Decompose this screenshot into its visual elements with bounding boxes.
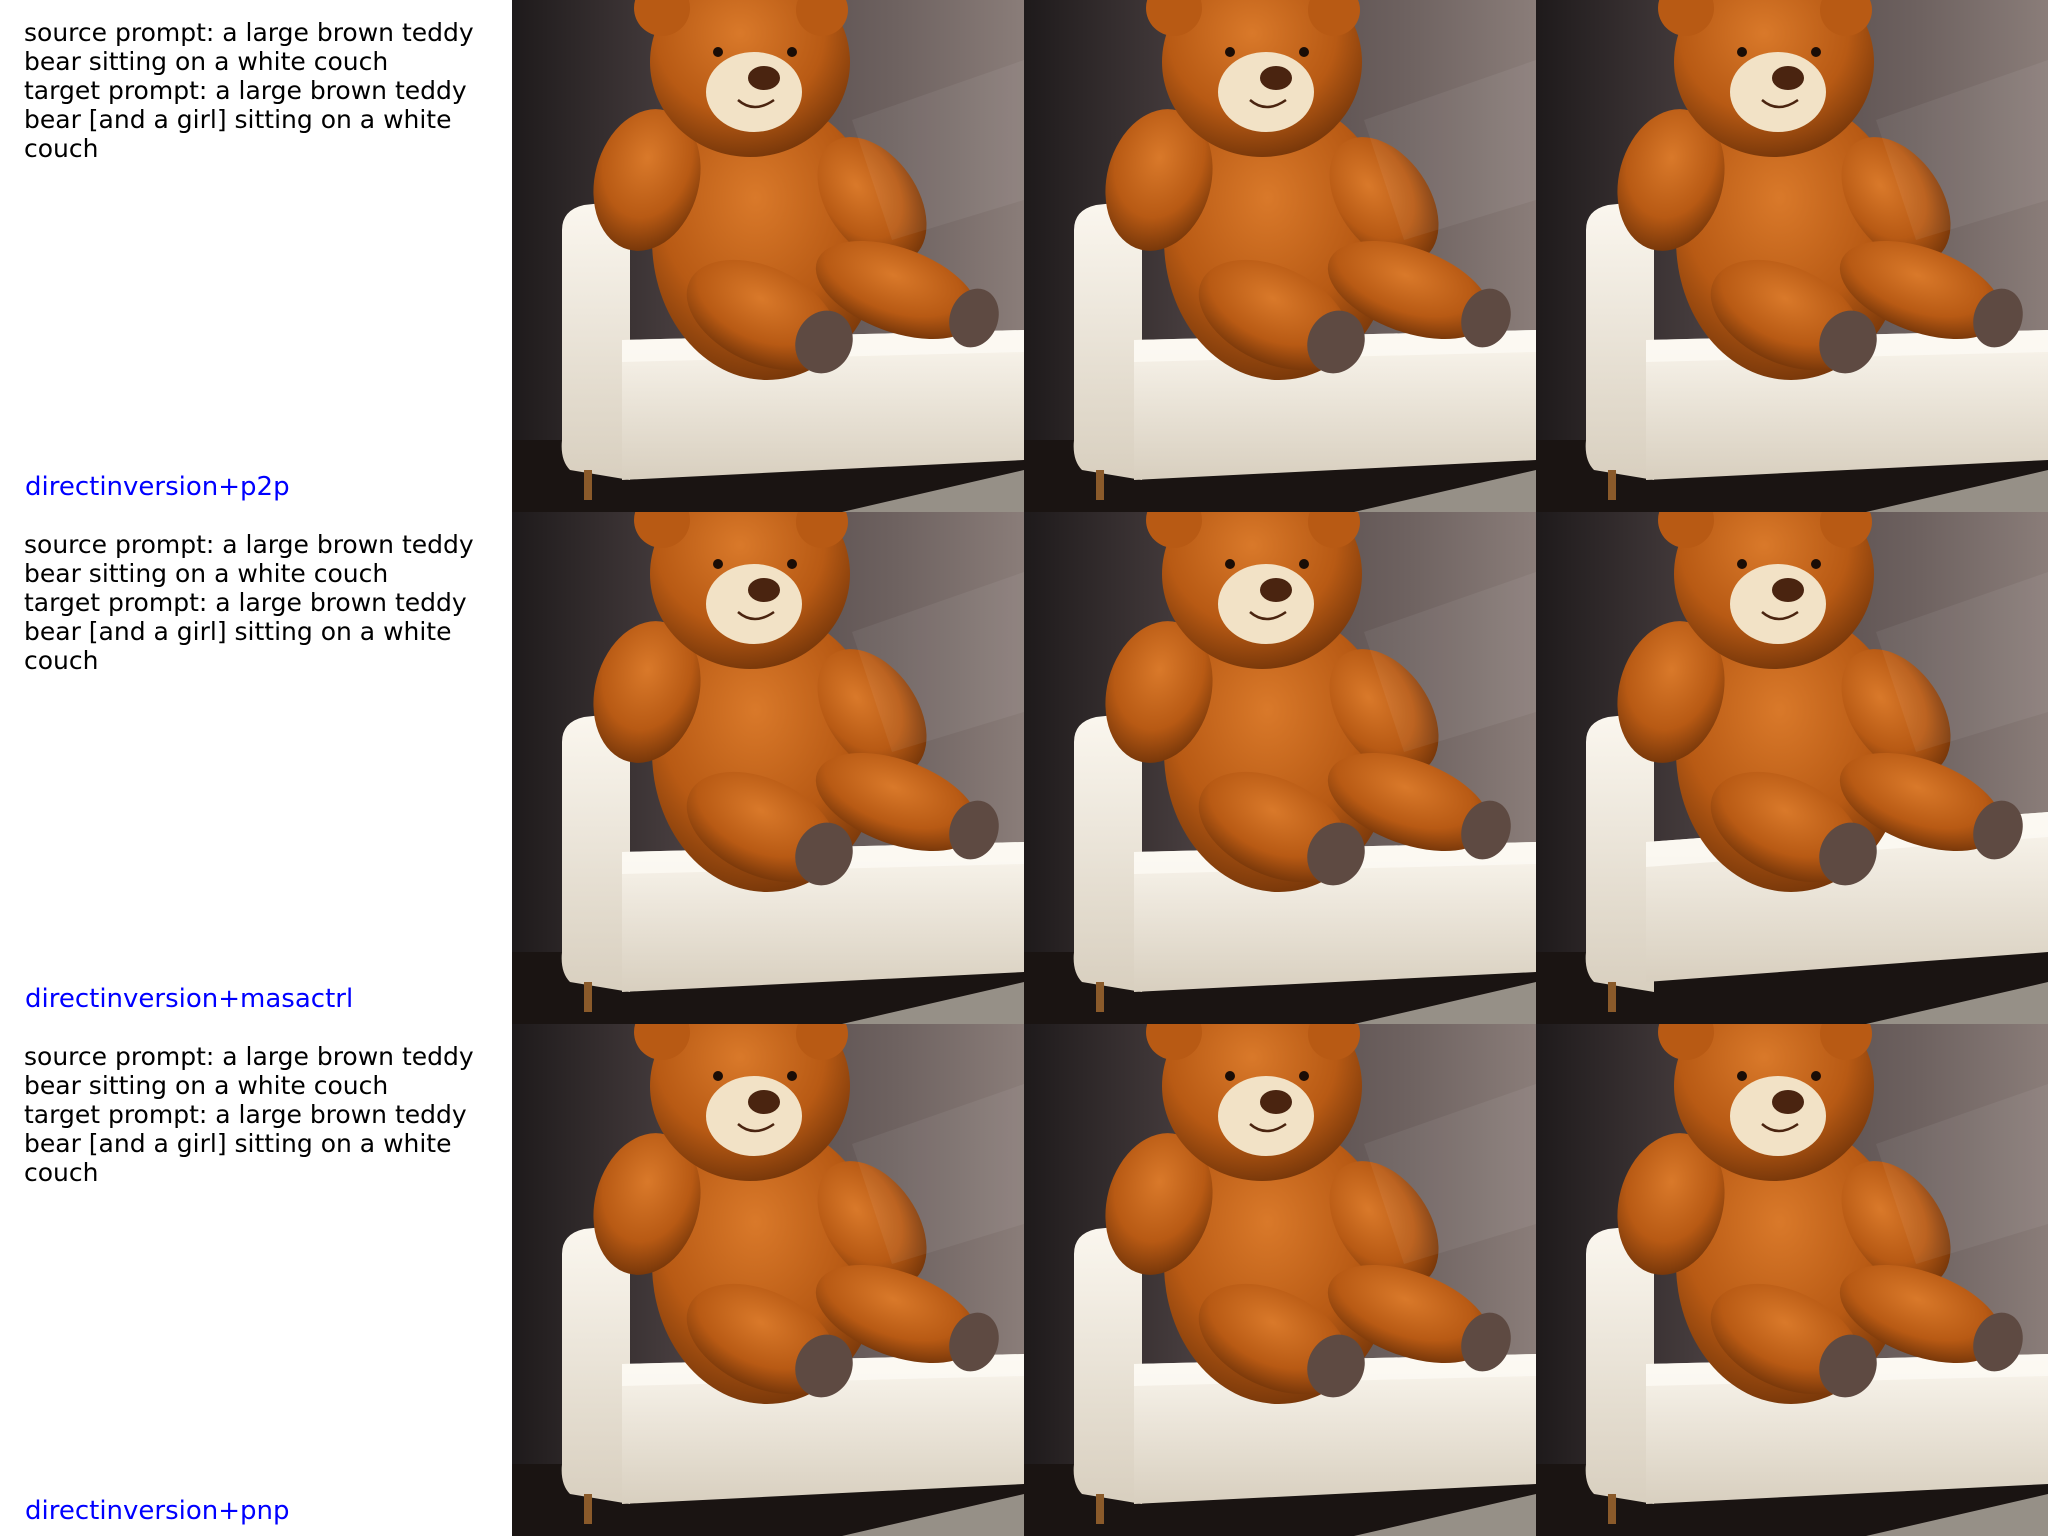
row-label-panel: source prompt: a large brown teddy bear …	[0, 1024, 512, 1536]
comparison-row: source prompt: a large brown teddy bear …	[0, 0, 2048, 512]
source-prompt: source prompt: a large brown teddy bear …	[24, 18, 482, 76]
comparison-row: source prompt: a large brown teddy bear …	[0, 512, 2048, 1024]
teddy-bear-scene	[1024, 1024, 1536, 1536]
edited-teddy-bear-photo	[1536, 0, 2048, 512]
method-label: directinversion+masactrl	[25, 984, 354, 1014]
source-prompt: source prompt: a large brown teddy bear …	[24, 1042, 482, 1100]
source-teddy-bear-photo	[512, 1024, 1024, 1536]
teddy-bear-scene	[512, 0, 1024, 512]
teddy-bear-scene	[512, 1024, 1024, 1536]
teddy-bear-scene	[1536, 1024, 2048, 1536]
edited-teddy-bear-photo	[1536, 1024, 2048, 1536]
row-label-panel: source prompt: a large brown teddy bear …	[0, 0, 512, 512]
edited-teddy-bear-photo	[1024, 1024, 1536, 1536]
source-prompt: source prompt: a large brown teddy bear …	[24, 530, 482, 588]
comparison-row: source prompt: a large brown teddy bear …	[0, 1024, 2048, 1536]
teddy-bear-scene	[1024, 512, 1536, 1024]
teddy-bear-scene	[512, 512, 1024, 1024]
prompt-block: source prompt: a large brown teddy bear …	[24, 1042, 484, 1187]
method-label: directinversion+p2p	[25, 472, 290, 502]
comparison-grid: source prompt: a large brown teddy bear …	[0, 0, 2048, 1536]
method-label: directinversion+pnp	[25, 1496, 290, 1526]
target-prompt: target prompt: a large brown teddy bear …	[24, 588, 475, 675]
edited-teddy-bear-photo	[1536, 512, 2048, 1024]
source-teddy-bear-photo	[512, 0, 1024, 512]
row-label-panel: source prompt: a large brown teddy bear …	[0, 512, 512, 1024]
target-prompt: target prompt: a large brown teddy bear …	[24, 1100, 475, 1187]
prompt-block: source prompt: a large brown teddy bear …	[24, 18, 484, 163]
teddy-bear-scene	[1536, 512, 2048, 1024]
source-teddy-bear-photo	[512, 512, 1024, 1024]
edited-teddy-bear-photo	[1024, 512, 1536, 1024]
target-prompt: target prompt: a large brown teddy bear …	[24, 76, 475, 163]
teddy-bear-scene	[1024, 0, 1536, 512]
edited-teddy-bear-photo	[1024, 0, 1536, 512]
teddy-bear-scene	[1536, 0, 2048, 512]
prompt-block: source prompt: a large brown teddy bear …	[24, 530, 484, 675]
